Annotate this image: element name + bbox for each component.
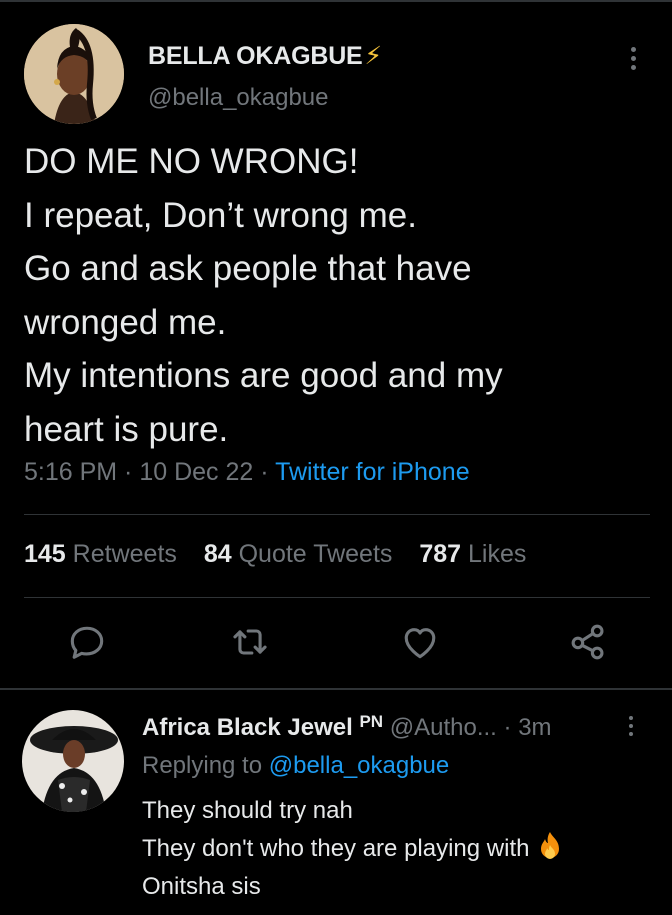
- likes-count: 787: [419, 540, 462, 568]
- tweet-text-line: Go and ask people that have: [24, 249, 472, 288]
- top-border: [0, 0, 672, 2]
- reply-author-handle[interactable]: @Autho...: [390, 714, 497, 741]
- fire-icon: [537, 831, 563, 861]
- reply-icon[interactable]: [65, 620, 109, 664]
- replying-to: Replying to @bella_okagbue: [142, 752, 449, 780]
- author-name[interactable]: BELLA OKAGBUE⚡: [148, 41, 382, 71]
- reply-time[interactable]: · 3m: [504, 714, 552, 741]
- divider-line: [24, 597, 650, 598]
- tweet-source-link[interactable]: Twitter for iPhone: [275, 458, 470, 486]
- replying-handle-link[interactable]: @bella_okagbue: [269, 752, 450, 779]
- tweet-stats: 145 Retweets 84 Quote Tweets 787 Likes: [24, 540, 546, 569]
- divider-line: [24, 514, 650, 515]
- replying-prefix: Replying to: [142, 752, 263, 779]
- meta-separator: ·: [253, 458, 276, 486]
- tweet-text-line: My intentions are good and my: [24, 356, 503, 395]
- reply-tweet[interactable]: Africa Black Jewel PN @Autho... · 3m Rep…: [0, 700, 672, 915]
- tweet-text-line: DO ME NO WRONG!: [24, 142, 359, 181]
- author-handle[interactable]: @bella_okagbue: [148, 84, 329, 112]
- reply-text-line: Onitsha sis: [142, 873, 261, 900]
- likes-stat[interactable]: 787 Likes: [419, 540, 546, 568]
- quotes-count: 84: [203, 540, 232, 568]
- reply-text-line: They should try nah: [142, 797, 353, 824]
- tweet-time[interactable]: 5:16 PM: [24, 458, 117, 486]
- tweet-action-bar: [0, 620, 672, 670]
- reply-text: They should try nah They don't who they …: [142, 792, 563, 906]
- reply-header: Africa Black Jewel PN @Autho... · 3m: [142, 712, 552, 742]
- tweet-meta: 5:16 PM · 10 Dec 22 · Twitter for iPhone: [24, 458, 470, 487]
- author-name-text: BELLA OKAGBUE: [148, 42, 363, 70]
- author-avatar[interactable]: [24, 24, 124, 124]
- tweet-date[interactable]: 10 Dec 22: [139, 458, 253, 486]
- likes-label: Likes: [468, 540, 527, 568]
- tweet-text-line: wronged me.: [24, 302, 227, 342]
- more-options-icon[interactable]: [624, 44, 642, 76]
- lightning-icon: ⚡: [364, 42, 383, 70]
- share-icon[interactable]: [566, 620, 610, 664]
- tweet-text: DO ME NO WRONG! I repeat, Don’t wrong me…: [24, 135, 654, 456]
- reply-author-name[interactable]: Africa Black Jewel: [142, 714, 353, 741]
- tweet-text-line: I repeat, Don’t wrong me.: [24, 195, 417, 235]
- tweet-author-header: BELLA OKAGBUE⚡ @bella_okagbue: [24, 24, 654, 128]
- quotes-stat[interactable]: 84 Quote Tweets: [204, 540, 413, 568]
- reply-more-options-icon[interactable]: [624, 714, 638, 742]
- tweet-text-line: heart is pure.: [24, 409, 229, 449]
- reply-badge: PN: [359, 712, 384, 731]
- reply-text-line-content: They don't who they are playing with: [142, 835, 530, 862]
- section-divider: [0, 688, 672, 690]
- quotes-label: Quote Tweets: [238, 540, 393, 568]
- like-icon[interactable]: [398, 620, 442, 664]
- retweets-stat[interactable]: 145 Retweets: [24, 540, 197, 568]
- reply-text-line: They don't who they are playing with: [142, 830, 563, 868]
- retweets-count: 145: [24, 540, 66, 568]
- retweet-icon[interactable]: [228, 620, 272, 664]
- retweets-label: Retweets: [72, 540, 177, 568]
- meta-separator: ·: [117, 458, 140, 486]
- reply-avatar[interactable]: [22, 710, 124, 812]
